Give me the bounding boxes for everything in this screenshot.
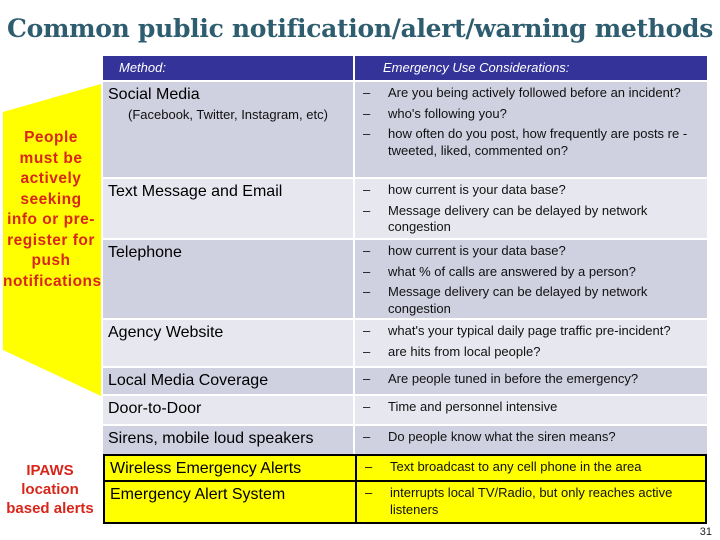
table-row: Text Message and Email – how current is yo… xyxy=(103,177,707,238)
dash-bullet-icon: – xyxy=(363,263,371,279)
consideration-text: what % of calls are answered by a person… xyxy=(388,263,636,279)
method-cell: Emergency Alert System xyxy=(105,482,357,522)
consideration-item: – Are people tuned in before the emergenc… xyxy=(359,371,703,388)
considerations-cell: – Time and personnel intensive xyxy=(355,396,707,424)
table-row: Local Media Coverage – Are people tuned in… xyxy=(103,366,707,394)
table-row: Door-to-Door – Time and personnel intensiv… xyxy=(103,394,707,424)
consideration-item: – Message delivery can be delayed by netw… xyxy=(359,284,703,317)
method-cell: Local Media Coverage xyxy=(103,368,355,394)
method-label: Social Media xyxy=(108,86,200,103)
method-cell: Wireless Emergency Alerts xyxy=(105,456,357,480)
dash-bullet-icon: – xyxy=(363,429,371,444)
consideration-text: Text broadcast to any cell phone in the … xyxy=(390,459,642,474)
consideration-text: what's your typical daily page traffic p… xyxy=(388,323,671,338)
considerations-cell: – Are people tuned in before the emergenc… xyxy=(355,368,707,394)
method-label: Emergency Alert System xyxy=(110,486,286,503)
method-cell: Text Message and Email xyxy=(103,179,355,238)
table-header: Method: Emergency Use Considerations: xyxy=(103,56,707,80)
consideration-text: Are people tuned in before the emergency… xyxy=(388,371,639,386)
consideration-text: Do people know what the siren means? xyxy=(388,429,616,444)
considerations-cell: – Do people know what the siren means? xyxy=(355,426,707,454)
considerations-cell: – what's your typical daily page traffic … xyxy=(355,320,707,366)
dash-bullet-icon: – xyxy=(363,323,371,338)
consideration-item: – Do people know what the siren means? xyxy=(359,429,703,446)
dash-bullet-icon: – xyxy=(363,343,371,359)
method-cell: Agency Website xyxy=(103,320,355,366)
consideration-item: – who's following you? xyxy=(359,106,703,123)
consideration-item: – Message delivery can be delayed by netw… xyxy=(359,203,703,236)
consideration-item: – what % of calls are answered by a perso… xyxy=(359,264,703,281)
consideration-item: – Time and personnel intensive xyxy=(359,399,703,416)
side-label-ipaws: IPAWS location based alerts xyxy=(6,462,94,517)
considerations-cell: – how current is your data base? – what % o… xyxy=(355,240,707,318)
dash-bullet-icon: – xyxy=(363,202,371,218)
method-cell: Door-to-Door xyxy=(103,396,355,424)
consideration-text: Message delivery can be delayed by netwo… xyxy=(388,202,648,235)
method-label: Door-to-Door xyxy=(108,400,202,417)
table-row: Social Media (Facebook, Twitter, Instagra… xyxy=(103,80,707,177)
consideration-text: Are you being actively followed before a… xyxy=(388,85,681,100)
method-label: Sirens, mobile loud speakers xyxy=(108,430,314,447)
method-label: Wireless Emergency Alerts xyxy=(110,460,302,477)
header-method: Method: xyxy=(103,56,355,80)
methods-table: Method: Emergency Use Considerations: So… xyxy=(103,56,707,524)
table-row: Agency Website – what's your typical daily… xyxy=(103,318,707,366)
dash-bullet-icon: – xyxy=(363,126,371,141)
page-number: 31 xyxy=(699,526,712,538)
table-body: Social Media (Facebook, Twitter, Instagra… xyxy=(103,80,707,524)
dash-bullet-icon: – xyxy=(363,243,371,258)
consideration-item: – how often do you post, how frequently a… xyxy=(359,126,703,159)
table-row: Emergency Alert System – interrupts local … xyxy=(103,482,707,524)
method-label: Telephone xyxy=(108,244,182,261)
dash-bullet-icon: – xyxy=(363,284,371,299)
method-sublabel: (Facebook, Twitter, Instagram, etc) xyxy=(128,107,328,122)
method-label: Agency Website xyxy=(108,324,224,341)
considerations-cell: – Are you being actively followed before … xyxy=(355,82,707,177)
method-cell: Social Media (Facebook, Twitter, Instagra… xyxy=(103,82,355,177)
consideration-item: – what's your typical daily page traffic … xyxy=(359,323,703,340)
dash-bullet-icon: – xyxy=(363,371,371,386)
side-label-people: People must be actively seeking info or … xyxy=(3,129,102,290)
consideration-item: – are hits from local people? xyxy=(359,344,703,361)
dash-bullet-icon: – xyxy=(365,459,373,474)
method-cell: Sirens, mobile loud speakers xyxy=(103,426,355,454)
dash-bullet-icon: – xyxy=(363,105,371,121)
table-row: Wireless Emergency Alerts – Text broadcast… xyxy=(103,454,707,482)
method-label: Local Media Coverage xyxy=(108,372,269,389)
consideration-item: – interrupts local TV/Radio, but only rea… xyxy=(361,485,701,518)
consideration-item: – Are you being actively followed before … xyxy=(359,85,703,102)
considerations-cell: – Text broadcast to any cell phone in the… xyxy=(357,456,705,480)
consideration-text: interrupts local TV/Radio, but only reac… xyxy=(390,485,673,517)
considerations-cell: – interrupts local TV/Radio, but only rea… xyxy=(357,482,705,522)
consideration-text: how current is your data base? xyxy=(388,182,566,197)
table-row: Telephone – how current is your data base?… xyxy=(103,238,707,318)
dash-bullet-icon: – xyxy=(363,85,371,100)
consideration-text: how often do you post, how frequently ar… xyxy=(388,126,688,158)
consideration-item: – how current is your data base? xyxy=(359,182,703,199)
method-cell: Telephone xyxy=(103,240,355,318)
dash-bullet-icon: – xyxy=(365,485,373,500)
method-label: Text Message and Email xyxy=(108,183,283,200)
header-considerations: Emergency Use Considerations: xyxy=(383,60,570,75)
slide-title: Common public notification/alert/warning… xyxy=(7,14,713,43)
consideration-text: how current is your data base? xyxy=(388,243,566,258)
consideration-item: – Text broadcast to any cell phone in the… xyxy=(361,459,701,476)
dash-bullet-icon: – xyxy=(363,399,371,414)
table-row: Sirens, mobile loud speakers – Do people k… xyxy=(103,424,707,454)
consideration-item: – how current is your data base? xyxy=(359,243,703,260)
consideration-text: Message delivery can be delayed by netwo… xyxy=(388,284,648,316)
consideration-text: who's following you? xyxy=(388,105,507,121)
consideration-text: are hits from local people? xyxy=(388,343,541,359)
consideration-text: Time and personnel intensive xyxy=(388,399,558,414)
dash-bullet-icon: – xyxy=(363,182,371,197)
considerations-cell: – how current is your data base? – Message … xyxy=(355,179,707,238)
